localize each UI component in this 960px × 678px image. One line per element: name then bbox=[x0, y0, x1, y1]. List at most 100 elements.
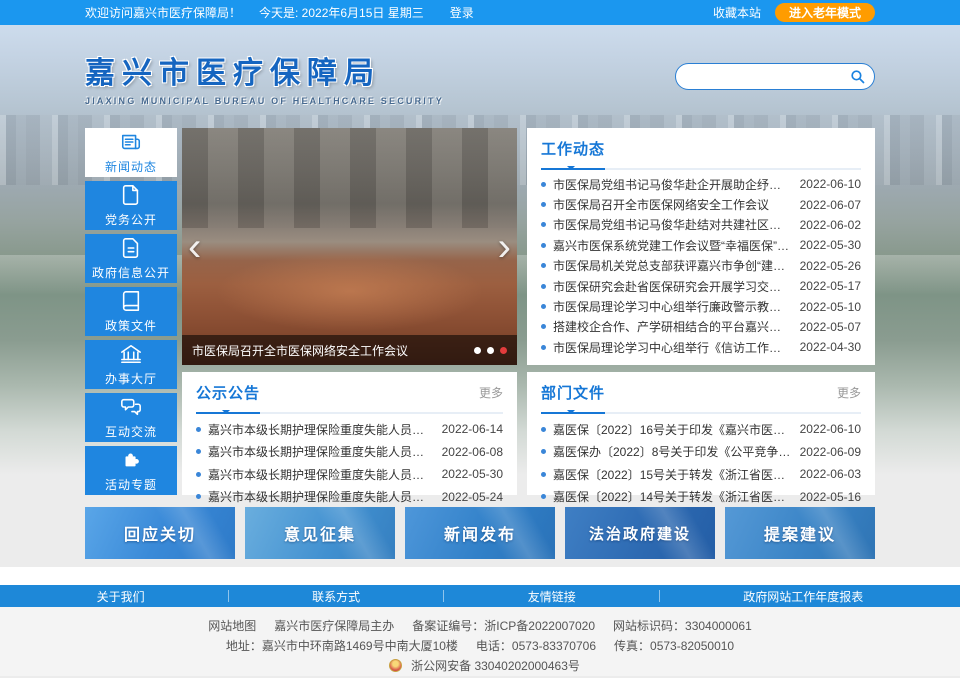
item-title: 嘉医保办〔2022〕8号关于印发《公平竞争审查... bbox=[553, 443, 792, 460]
notices-more-link[interactable]: 更多 bbox=[479, 384, 503, 401]
bullet-icon bbox=[541, 345, 546, 350]
sidebar-item-service-hall[interactable]: 办事大厅 bbox=[85, 340, 177, 389]
list-item[interactable]: 市医保研究会赴省医保研究会开展学习交流活动 2022-05-17 bbox=[541, 276, 861, 296]
dept-docs-panel: 部门文件 更多 嘉医保〔2022〕16号关于印发《嘉兴市医疗保... 2022-… bbox=[527, 372, 875, 495]
right-column: 工作动态 市医保局党组书记马俊华赴企开展助企纾困活动 2022-06-10 市医 bbox=[527, 128, 875, 495]
list-item[interactable]: 市医保局理论学习中心组举行《信访工作条例》专题... 2022-04-30 bbox=[541, 337, 861, 357]
item-date: 2022-05-26 bbox=[800, 259, 861, 273]
footer-text-segment: 电话：0573-83370706 bbox=[476, 639, 596, 653]
sidebar-item-special-topics[interactable]: 活动专题 bbox=[85, 446, 177, 495]
carousel-dot[interactable] bbox=[487, 347, 494, 354]
news-carousel[interactable]: ‹ › 市医保局召开全市医保网络安全工作会议 bbox=[182, 128, 517, 365]
carousel-next-arrow-icon[interactable]: › bbox=[498, 227, 511, 267]
sidebar-item-gov-info[interactable]: 政府信息公开 bbox=[85, 234, 177, 283]
footer-link-friend-links[interactable]: 友情链接 bbox=[528, 588, 576, 605]
police-badge-icon bbox=[389, 659, 402, 672]
site-subtitle: JIAXING MUNICIPAL BUREAU OF HEALTHCARE S… bbox=[85, 96, 444, 106]
carousel-caption: 市医保局召开全市医保网络安全工作会议 bbox=[192, 342, 474, 359]
carousel-prev-arrow-icon[interactable]: ‹ bbox=[188, 227, 201, 267]
section-title-dept-docs: 部门文件 bbox=[541, 382, 605, 403]
item-title: 市医保局机关党总支部获评嘉兴市争创“建设清廉机... bbox=[553, 257, 792, 274]
bank-icon bbox=[120, 343, 142, 365]
item-title: 市医保局理论学习中心组举行廉政警示教育专题学习... bbox=[553, 298, 792, 315]
banner-news-release[interactable]: 新闻发布 bbox=[405, 507, 555, 559]
item-title: 市医保局召开全市医保网络安全工作会议 bbox=[553, 196, 792, 213]
item-date: 2022-05-17 bbox=[800, 279, 861, 293]
search-icon bbox=[849, 68, 866, 85]
favorite-site-link[interactable]: 收藏本站 bbox=[713, 4, 761, 21]
carousel-dots bbox=[474, 347, 507, 354]
bullet-icon bbox=[541, 324, 546, 329]
list-item[interactable]: 市医保局党组书记马俊华赴企开展助企纾困活动 2022-06-10 bbox=[541, 174, 861, 194]
list-item[interactable]: 市医保局党组书记马俊华赴结对共建社区指导全国文... 2022-06-02 bbox=[541, 215, 861, 235]
footer-nav-bar: 关于我们 联系方式 友情链接 政府网站工作年度报表 bbox=[0, 585, 960, 607]
site-title: 嘉兴市医疗保障局 bbox=[85, 48, 444, 92]
item-date: 2022-05-24 bbox=[442, 490, 503, 504]
list-item[interactable]: 嘉兴市本级长期护理保险重度失能人员名单公示（2... 2022-05-24 bbox=[196, 486, 503, 509]
item-date: 2022-06-09 bbox=[800, 445, 861, 459]
main-content: 新闻动态 党务公开 政府信息公开 政策文件 办事大厅 互动交流 bbox=[85, 128, 875, 495]
search-input[interactable] bbox=[688, 70, 849, 84]
list-item[interactable]: 嘉医保办〔2022〕8号关于印发《公平竞争审查... 2022-06-09 bbox=[541, 441, 861, 464]
list-item[interactable]: 嘉兴市医保系统党建工作会议暨“幸福医保”党建联... 2022-05-30 bbox=[541, 235, 861, 255]
sidebar-item-party-affairs[interactable]: 党务公开 bbox=[85, 181, 177, 230]
carousel-photo-meeting bbox=[182, 128, 517, 228]
bullet-icon bbox=[196, 494, 201, 499]
search-box bbox=[675, 63, 875, 90]
list-item[interactable]: 嘉兴市本级长期护理保险重度失能人员名单公示（2... 2022-06-14 bbox=[196, 418, 503, 441]
newspaper-icon bbox=[120, 131, 142, 153]
item-date: 2022-06-07 bbox=[800, 198, 861, 212]
list-item[interactable]: 嘉医保〔2022〕14号关于转发《浙江省医疗保... 2022-05-16 bbox=[541, 486, 861, 509]
list-item[interactable]: 嘉兴市本级长期护理保险重度失能人员名单公示（2... 2022-06-08 bbox=[196, 441, 503, 464]
sidebar-item-label: 互动交流 bbox=[105, 423, 157, 440]
footer-text-segment: 网站地图 bbox=[208, 619, 256, 633]
item-date: 2022-06-08 bbox=[442, 445, 503, 459]
footer-link-contact[interactable]: 联系方式 bbox=[312, 588, 360, 605]
footer-link-about-us[interactable]: 关于我们 bbox=[97, 588, 145, 605]
sidebar-item-label: 政府信息公开 bbox=[92, 264, 170, 281]
police-record-link[interactable]: 浙公网安备 33040202000463号 bbox=[411, 659, 580, 673]
carousel-dot-active[interactable] bbox=[500, 347, 507, 354]
item-title: 搭建校企合作、产学研相结合的平台嘉兴市长期护理... bbox=[553, 318, 792, 335]
list-item[interactable]: 市医保局理论学习中心组举行廉政警示教育专题学习... 2022-05-10 bbox=[541, 296, 861, 316]
list-item[interactable]: 嘉医保〔2022〕16号关于印发《嘉兴市医疗保... 2022-06-10 bbox=[541, 418, 861, 441]
site-header: 嘉兴市医疗保障局 JIAXING MUNICIPAL BUREAU OF HEA… bbox=[85, 25, 875, 128]
footer-text-segment: 地址：嘉兴市中环南路1469号中南大厦10楼 bbox=[226, 639, 458, 653]
login-link[interactable]: 登录 bbox=[450, 4, 474, 21]
item-date: 2022-06-14 bbox=[442, 422, 503, 436]
banner-opinion-collection[interactable]: 意见征集 bbox=[245, 507, 395, 559]
dept-docs-more-link[interactable]: 更多 bbox=[837, 384, 861, 401]
list-item[interactable]: 嘉兴市本级长期护理保险重度失能人员名单公示（2... 2022-05-30 bbox=[196, 463, 503, 486]
search-button[interactable] bbox=[849, 68, 866, 85]
footer-link-annual-report[interactable]: 政府网站工作年度报表 bbox=[743, 588, 863, 605]
footer-text-segment: 网站标识码：3304000061 bbox=[613, 619, 752, 633]
item-date: 2022-04-30 bbox=[800, 340, 861, 354]
topbar: 欢迎访问嘉兴市医疗保障局！ 今天是: 2022年6月15日 星期三 登录 收藏本… bbox=[0, 0, 960, 25]
footer-text-segment: 嘉兴市医疗保障局主办 bbox=[274, 619, 394, 633]
sidebar-item-policy-docs[interactable]: 政策文件 bbox=[85, 287, 177, 336]
list-item[interactable]: 搭建校企合作、产学研相结合的平台嘉兴市长期护理... 2022-05-07 bbox=[541, 317, 861, 337]
sidebar-item-interaction[interactable]: 互动交流 bbox=[85, 393, 177, 442]
document-icon bbox=[120, 184, 142, 206]
sidebar-item-label: 活动专题 bbox=[105, 476, 157, 493]
sidebar-item-label: 党务公开 bbox=[105, 211, 157, 228]
section-title-notices: 公示公告 bbox=[196, 382, 260, 403]
bullet-icon bbox=[541, 472, 546, 477]
banner-rule-of-law[interactable]: 法治政府建设 bbox=[565, 507, 715, 559]
sidebar-item-label: 政策文件 bbox=[105, 317, 157, 334]
footer-info: 网站地图嘉兴市医疗保障局主办备案证编号：浙ICP备2022007020网站标识码… bbox=[0, 607, 960, 676]
list-item[interactable]: 嘉医保〔2022〕15号关于转发《浙江省医疗保... 2022-06-03 bbox=[541, 463, 861, 486]
puzzle-icon bbox=[120, 449, 142, 471]
carousel-dot[interactable] bbox=[474, 347, 481, 354]
sidebar-item-news[interactable]: 新闻动态 bbox=[85, 128, 177, 177]
list-item[interactable]: 市医保局召开全市医保网络安全工作会议 2022-06-07 bbox=[541, 194, 861, 214]
banner-proposals[interactable]: 提案建议 bbox=[725, 507, 875, 559]
carousel-photo-table bbox=[216, 251, 484, 332]
item-title: 嘉兴市本级长期护理保险重度失能人员名单公示（2... bbox=[208, 443, 434, 460]
footer-line-2: 地址：嘉兴市中环南路1469号中南大厦10楼电话：0573-83370706传真… bbox=[0, 636, 960, 656]
sidebar-item-label: 办事大厅 bbox=[105, 370, 157, 387]
item-title: 市医保研究会赴省医保研究会开展学习交流活动 bbox=[553, 278, 792, 295]
banner-respond-concerns[interactable]: 回应关切 bbox=[85, 507, 235, 559]
elder-mode-button[interactable]: 进入老年模式 bbox=[775, 3, 875, 22]
list-item[interactable]: 市医保局机关党总支部获评嘉兴市争创“建设清廉机... 2022-05-26 bbox=[541, 256, 861, 276]
